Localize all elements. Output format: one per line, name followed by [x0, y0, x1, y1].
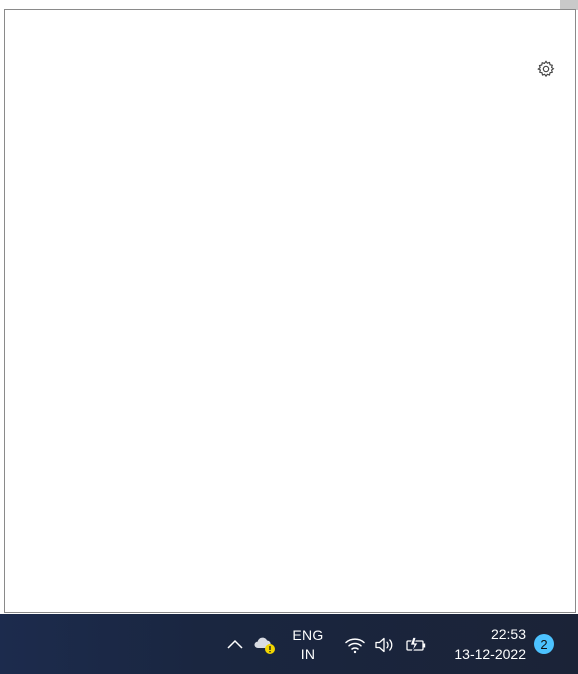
speaker-icon: [375, 637, 393, 653]
cloud-warning-icon: [254, 637, 275, 654]
clock-button[interactable]: 22:53 13-12-2022: [440, 624, 526, 664]
onedrive-tray-button[interactable]: [252, 632, 278, 658]
notification-count-badge: 2: [540, 636, 548, 652]
wifi-icon: [345, 638, 365, 654]
settings-button[interactable]: [535, 58, 557, 80]
battery-button[interactable]: [402, 634, 430, 656]
battery-charging-icon: [406, 637, 426, 653]
taskbar: ENG IN 22:53 13-12-2022 2: [0, 614, 578, 674]
show-hidden-icons-button[interactable]: [224, 632, 246, 656]
volume-button[interactable]: [372, 634, 398, 656]
language-code: ENG: [292, 627, 324, 643]
language-region: IN: [300, 646, 316, 662]
content-panel: [4, 9, 576, 613]
clock-date: 13-12-2022: [454, 646, 526, 662]
notification-center-button[interactable]: 2: [534, 634, 554, 654]
chevron-up-icon: [227, 639, 243, 649]
language-indicator[interactable]: ENG IN: [288, 626, 328, 664]
network-button[interactable]: [342, 634, 368, 656]
clock-time: 22:53: [490, 626, 526, 642]
gear-icon: [537, 60, 555, 78]
